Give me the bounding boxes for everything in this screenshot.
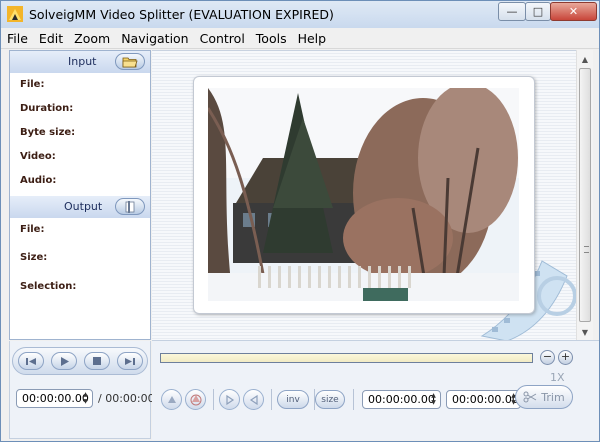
menu-control[interactable]: Control <box>194 28 250 48</box>
stop-button[interactable] <box>84 352 110 370</box>
trim-label: Trim <box>541 390 565 404</box>
scroll-thumb[interactable] <box>579 68 591 322</box>
menu-tools[interactable]: Tools <box>250 28 292 48</box>
menu-navigation[interactable]: Navigation <box>115 28 193 48</box>
video-preview-area <box>152 50 576 341</box>
invert-selection-button[interactable]: inv <box>277 390 309 409</box>
previous-frame-icon <box>26 357 36 365</box>
scroll-down-icon[interactable]: ▼ <box>577 324 593 340</box>
size-button[interactable]: size <box>315 390 345 409</box>
timeline-slider[interactable] <box>160 353 533 363</box>
close-button[interactable]: ✕ <box>550 2 597 21</box>
add-marker-button[interactable] <box>161 389 182 410</box>
marker-out-button[interactable] <box>243 389 264 410</box>
input-section-header: Input <box>10 51 150 73</box>
output-section-header: Output <box>10 196 150 218</box>
next-frame-button[interactable] <box>117 352 143 370</box>
marker-in-button[interactable] <box>219 389 240 410</box>
choose-output-button[interactable] <box>115 198 145 215</box>
marker-in-icon <box>225 394 234 405</box>
zoom-out-button[interactable]: − <box>540 350 555 365</box>
input-duration-label: Duration: <box>20 103 74 114</box>
scroll-up-icon[interactable]: ▲ <box>577 51 593 67</box>
previous-frame-button[interactable] <box>18 352 44 370</box>
spinner-arrows-icon[interactable]: ▲ ▼ <box>429 392 438 406</box>
menu-help[interactable]: Help <box>292 28 332 48</box>
output-file-label: File: <box>20 224 45 235</box>
open-input-button[interactable] <box>115 53 145 70</box>
position-time-spinner[interactable]: 00:00:00.00 ▲ ▼ <box>16 389 93 408</box>
play-button[interactable] <box>51 352 77 370</box>
zoom-level-text: 1X <box>550 371 565 384</box>
stop-icon <box>93 357 101 365</box>
zoom-in-button[interactable]: + <box>558 350 573 365</box>
play-icon <box>60 356 69 366</box>
output-section-title: Output <box>64 200 103 213</box>
spinner-arrows-icon[interactable]: ▲ ▼ <box>81 391 90 405</box>
toolbar-separator <box>353 389 354 410</box>
file-info-panel: Input File: Duration: Byte size: Video: … <box>9 50 151 340</box>
menu-bar: File Edit Zoom Navigation Control Tools … <box>1 28 599 49</box>
trim-button[interactable]: Trim <box>515 385 573 409</box>
input-file-label: File: <box>20 79 45 90</box>
marker-delete-icon <box>190 394 201 405</box>
maximize-button[interactable]: □ <box>525 2 551 21</box>
triangle-up-icon <box>167 396 176 403</box>
grip-icon <box>584 246 589 253</box>
duration-text: / 00:00:00 <box>98 392 155 405</box>
toolbar-separator <box>271 389 272 410</box>
end-time-spinner[interactable]: 00:00:00.00 ▲ ▼ <box>446 390 521 409</box>
menu-zoom[interactable]: Zoom <box>68 28 115 48</box>
video-still-image <box>208 88 519 301</box>
app-logo-icon <box>7 6 23 22</box>
toolbar-separator <box>213 389 214 410</box>
minimize-button[interactable]: — <box>498 2 526 21</box>
video-frame <box>193 76 535 314</box>
app-window: SolveigMM Video Splitter (EVALUATION EXP… <box>0 0 600 442</box>
delete-marker-button[interactable] <box>185 389 206 410</box>
window-title: SolveigMM Video Splitter (EVALUATION EXP… <box>29 7 334 22</box>
open-folder-icon <box>122 57 138 67</box>
menu-edit[interactable]: Edit <box>33 28 68 48</box>
input-section-title: Input <box>68 55 97 68</box>
position-time-value: 00:00:00.00 <box>22 392 89 405</box>
input-audio-label: Audio: <box>20 175 57 186</box>
start-time-value: 00:00:00.00 <box>368 393 435 406</box>
menu-file[interactable]: File <box>1 28 33 48</box>
next-frame-icon <box>125 357 135 365</box>
start-time-spinner[interactable]: 00:00:00.00 ▲ ▼ <box>362 390 441 409</box>
playback-button-bar <box>12 347 148 375</box>
editing-toolbar: − + 1X inv size 00:00:00.00 ▲ ▼ 00:00:00.… <box>152 340 599 440</box>
preview-scrollbar[interactable]: ▲ ▼ <box>576 50 593 340</box>
input-video-label: Video: <box>20 151 56 162</box>
input-bytesize-label: Byte size: <box>20 127 76 138</box>
output-folder-icon <box>125 200 135 213</box>
scissors-icon <box>523 391 537 403</box>
marker-out-icon <box>249 394 258 405</box>
playback-controls: 00:00:00.00 ▲ ▼ / 00:00:00 <box>9 341 155 439</box>
output-selection-label: Selection: <box>20 281 77 292</box>
title-bar[interactable]: SolveigMM Video Splitter (EVALUATION EXP… <box>1 1 599 28</box>
output-size-label: Size: <box>20 252 48 263</box>
